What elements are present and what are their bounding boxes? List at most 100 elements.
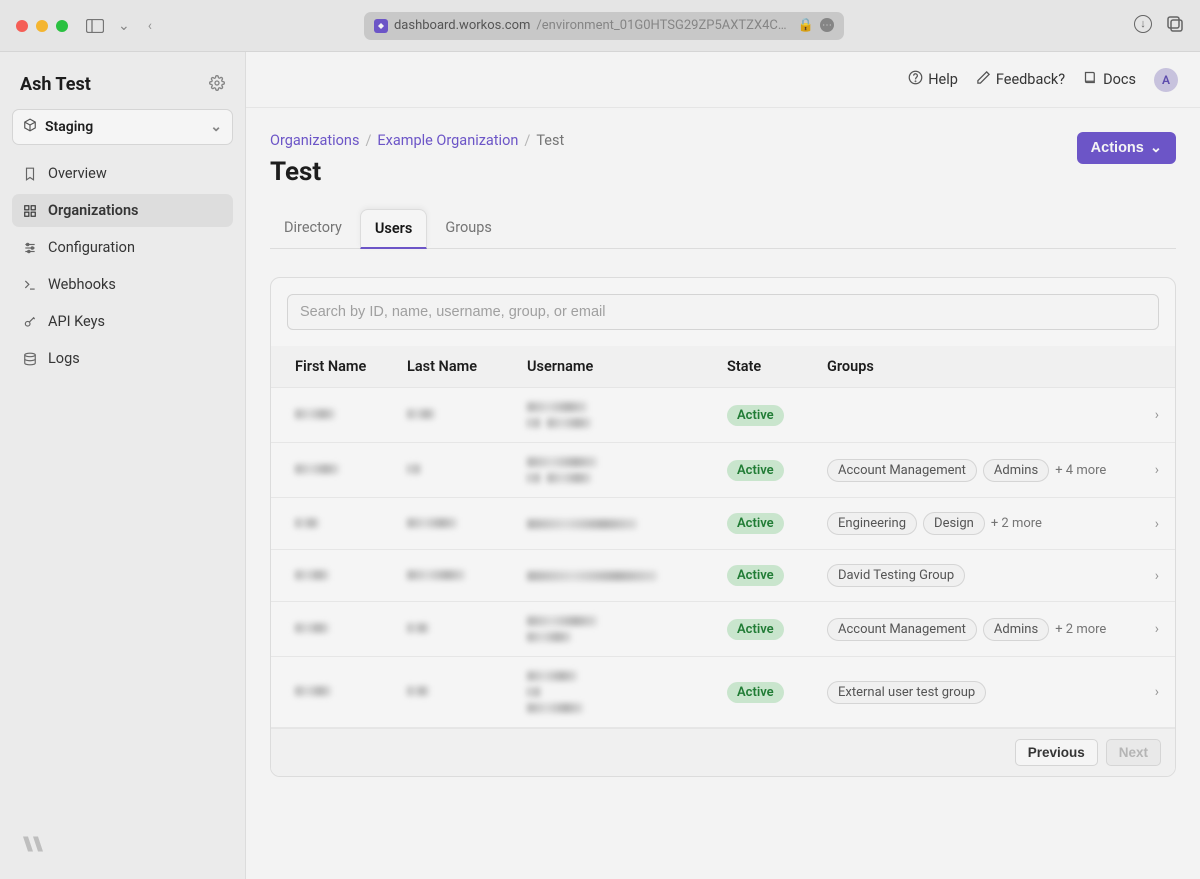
grid-icon xyxy=(22,204,38,218)
chevron-right-icon[interactable]: › xyxy=(1139,443,1175,498)
actions-button[interactable]: Actions ⌄ xyxy=(1077,132,1176,164)
table-row[interactable]: Active EngineeringDesign+ 2 more› xyxy=(271,498,1175,550)
th-groups: Groups xyxy=(811,346,1139,388)
avatar-initial: A xyxy=(1162,73,1170,87)
cell-username xyxy=(511,443,711,498)
status-badge: Active xyxy=(727,619,784,640)
chevron-right-icon[interactable]: › xyxy=(1139,657,1175,728)
groups-more: + 2 more xyxy=(1055,622,1106,637)
favicon-icon xyxy=(374,19,388,33)
cell-first-name xyxy=(271,657,391,728)
table-row[interactable]: Active David Testing Group› xyxy=(271,550,1175,602)
help-label: Help xyxy=(928,71,958,88)
tabs-overview-icon[interactable] xyxy=(1166,15,1184,37)
key-icon xyxy=(22,315,38,329)
chevron-right-icon[interactable]: › xyxy=(1139,602,1175,657)
chevron-right-icon[interactable]: › xyxy=(1139,550,1175,602)
tab-label: Directory xyxy=(284,219,342,236)
sidebar-item-logs[interactable]: Logs xyxy=(12,342,233,375)
sidebar-item-configuration[interactable]: Configuration xyxy=(12,231,233,264)
sidebar-item-api-keys[interactable]: API Keys xyxy=(12,305,233,338)
browser-back-icon[interactable]: ‹ xyxy=(148,18,152,34)
table-row[interactable]: ActiveAccount ManagementAdmins+ 4 more› xyxy=(271,443,1175,498)
status-badge: Active xyxy=(727,565,784,586)
previous-button[interactable]: Previous xyxy=(1015,739,1098,766)
window-close-button[interactable] xyxy=(16,20,28,32)
docs-label: Docs xyxy=(1103,71,1136,88)
breadcrumb: Organizations / Example Organization / T… xyxy=(270,132,564,149)
cell-state: Active xyxy=(711,388,811,443)
environment-label: Staging xyxy=(45,119,93,135)
table-row[interactable]: ActiveExternal user test group› xyxy=(271,657,1175,728)
gear-icon[interactable] xyxy=(209,75,225,95)
cell-first-name xyxy=(271,498,391,550)
chevron-down-icon: ⌄ xyxy=(1150,140,1162,156)
terminal-icon xyxy=(22,278,38,292)
tab-users[interactable]: Users xyxy=(360,209,427,249)
tab-label: Groups xyxy=(445,219,492,236)
url-host: dashboard.workos.com xyxy=(394,18,530,33)
group-pill: Admins xyxy=(983,459,1049,482)
search-input[interactable] xyxy=(287,294,1159,330)
browser-sidebar-chevron-icon[interactable]: ⌄ xyxy=(118,18,130,34)
cell-groups xyxy=(811,388,1139,443)
cell-state: Active xyxy=(711,498,811,550)
th-first-name: First Name xyxy=(271,346,391,388)
feedback-link[interactable]: Feedback? xyxy=(976,70,1065,89)
breadcrumb-organizations[interactable]: Organizations xyxy=(270,132,359,149)
breadcrumb-example-organization[interactable]: Example Organization xyxy=(377,132,518,149)
breadcrumb-separator: / xyxy=(524,132,530,149)
cell-groups: David Testing Group xyxy=(811,550,1139,602)
table-row[interactable]: Active Account Management Admins + 2 more › xyxy=(271,602,1175,657)
cell-groups: Account Management Admins + 2 more xyxy=(811,602,1139,657)
group-pill: Account Management xyxy=(827,618,977,641)
browser-chrome: ⌄ ‹ dashboard.workos.com/environment_01G… xyxy=(0,0,1200,52)
tab-directory[interactable]: Directory xyxy=(270,209,356,248)
feedback-label: Feedback? xyxy=(996,71,1065,88)
sidebar-item-organizations[interactable]: Organizations xyxy=(12,194,233,227)
docs-link[interactable]: Docs xyxy=(1083,70,1136,89)
download-icon[interactable]: ↓ xyxy=(1134,15,1152,33)
cell-groups: EngineeringDesign+ 2 more xyxy=(811,498,1139,550)
help-link[interactable]: Help xyxy=(908,70,958,89)
cell-state: Active xyxy=(711,550,811,602)
sidebar-item-label: Overview xyxy=(48,165,107,182)
cell-last-name xyxy=(391,443,511,498)
users-table: First Name Last Name Username State Grou… xyxy=(271,346,1175,728)
avatar[interactable]: A xyxy=(1154,68,1178,92)
breadcrumb-separator: / xyxy=(365,132,371,149)
address-bar[interactable]: dashboard.workos.com/environment_01G0HTS… xyxy=(364,12,844,40)
environment-selector[interactable]: Staging ⌄ xyxy=(12,109,233,145)
bookmark-icon xyxy=(22,167,38,181)
lock-icon: 🔒 xyxy=(798,18,814,33)
th-username: Username xyxy=(511,346,711,388)
cell-first-name xyxy=(271,602,391,657)
sidebar: Ash Test Staging ⌄ Overview Organization… xyxy=(0,52,246,879)
window-zoom-button[interactable] xyxy=(56,20,68,32)
sidebar-item-overview[interactable]: Overview xyxy=(12,157,233,190)
database-icon xyxy=(22,352,38,366)
traffic-lights xyxy=(16,20,68,32)
window-minimize-button[interactable] xyxy=(36,20,48,32)
more-icon[interactable]: ⋯ xyxy=(820,18,834,32)
cell-username xyxy=(511,388,711,443)
status-badge: Active xyxy=(727,513,784,534)
cell-username xyxy=(511,657,711,728)
topbar: Help Feedback? Docs A xyxy=(246,52,1200,108)
cell-last-name xyxy=(391,388,511,443)
cell-last-name xyxy=(391,602,511,657)
group-pill: Admins xyxy=(983,618,1049,641)
next-button[interactable]: Next xyxy=(1106,739,1161,766)
sidebar-item-label: Configuration xyxy=(48,239,135,256)
browser-sidebar-toggle[interactable] xyxy=(84,17,106,35)
workos-logo-icon xyxy=(18,829,48,863)
chevron-right-icon[interactable]: › xyxy=(1139,388,1175,443)
table-row[interactable]: Active › xyxy=(271,388,1175,443)
cube-icon xyxy=(23,118,37,136)
breadcrumb-current: Test xyxy=(536,132,564,149)
cell-last-name xyxy=(391,657,511,728)
cell-first-name xyxy=(271,388,391,443)
sidebar-item-webhooks[interactable]: Webhooks xyxy=(12,268,233,301)
chevron-right-icon[interactable]: › xyxy=(1139,498,1175,550)
tab-groups[interactable]: Groups xyxy=(431,209,506,248)
